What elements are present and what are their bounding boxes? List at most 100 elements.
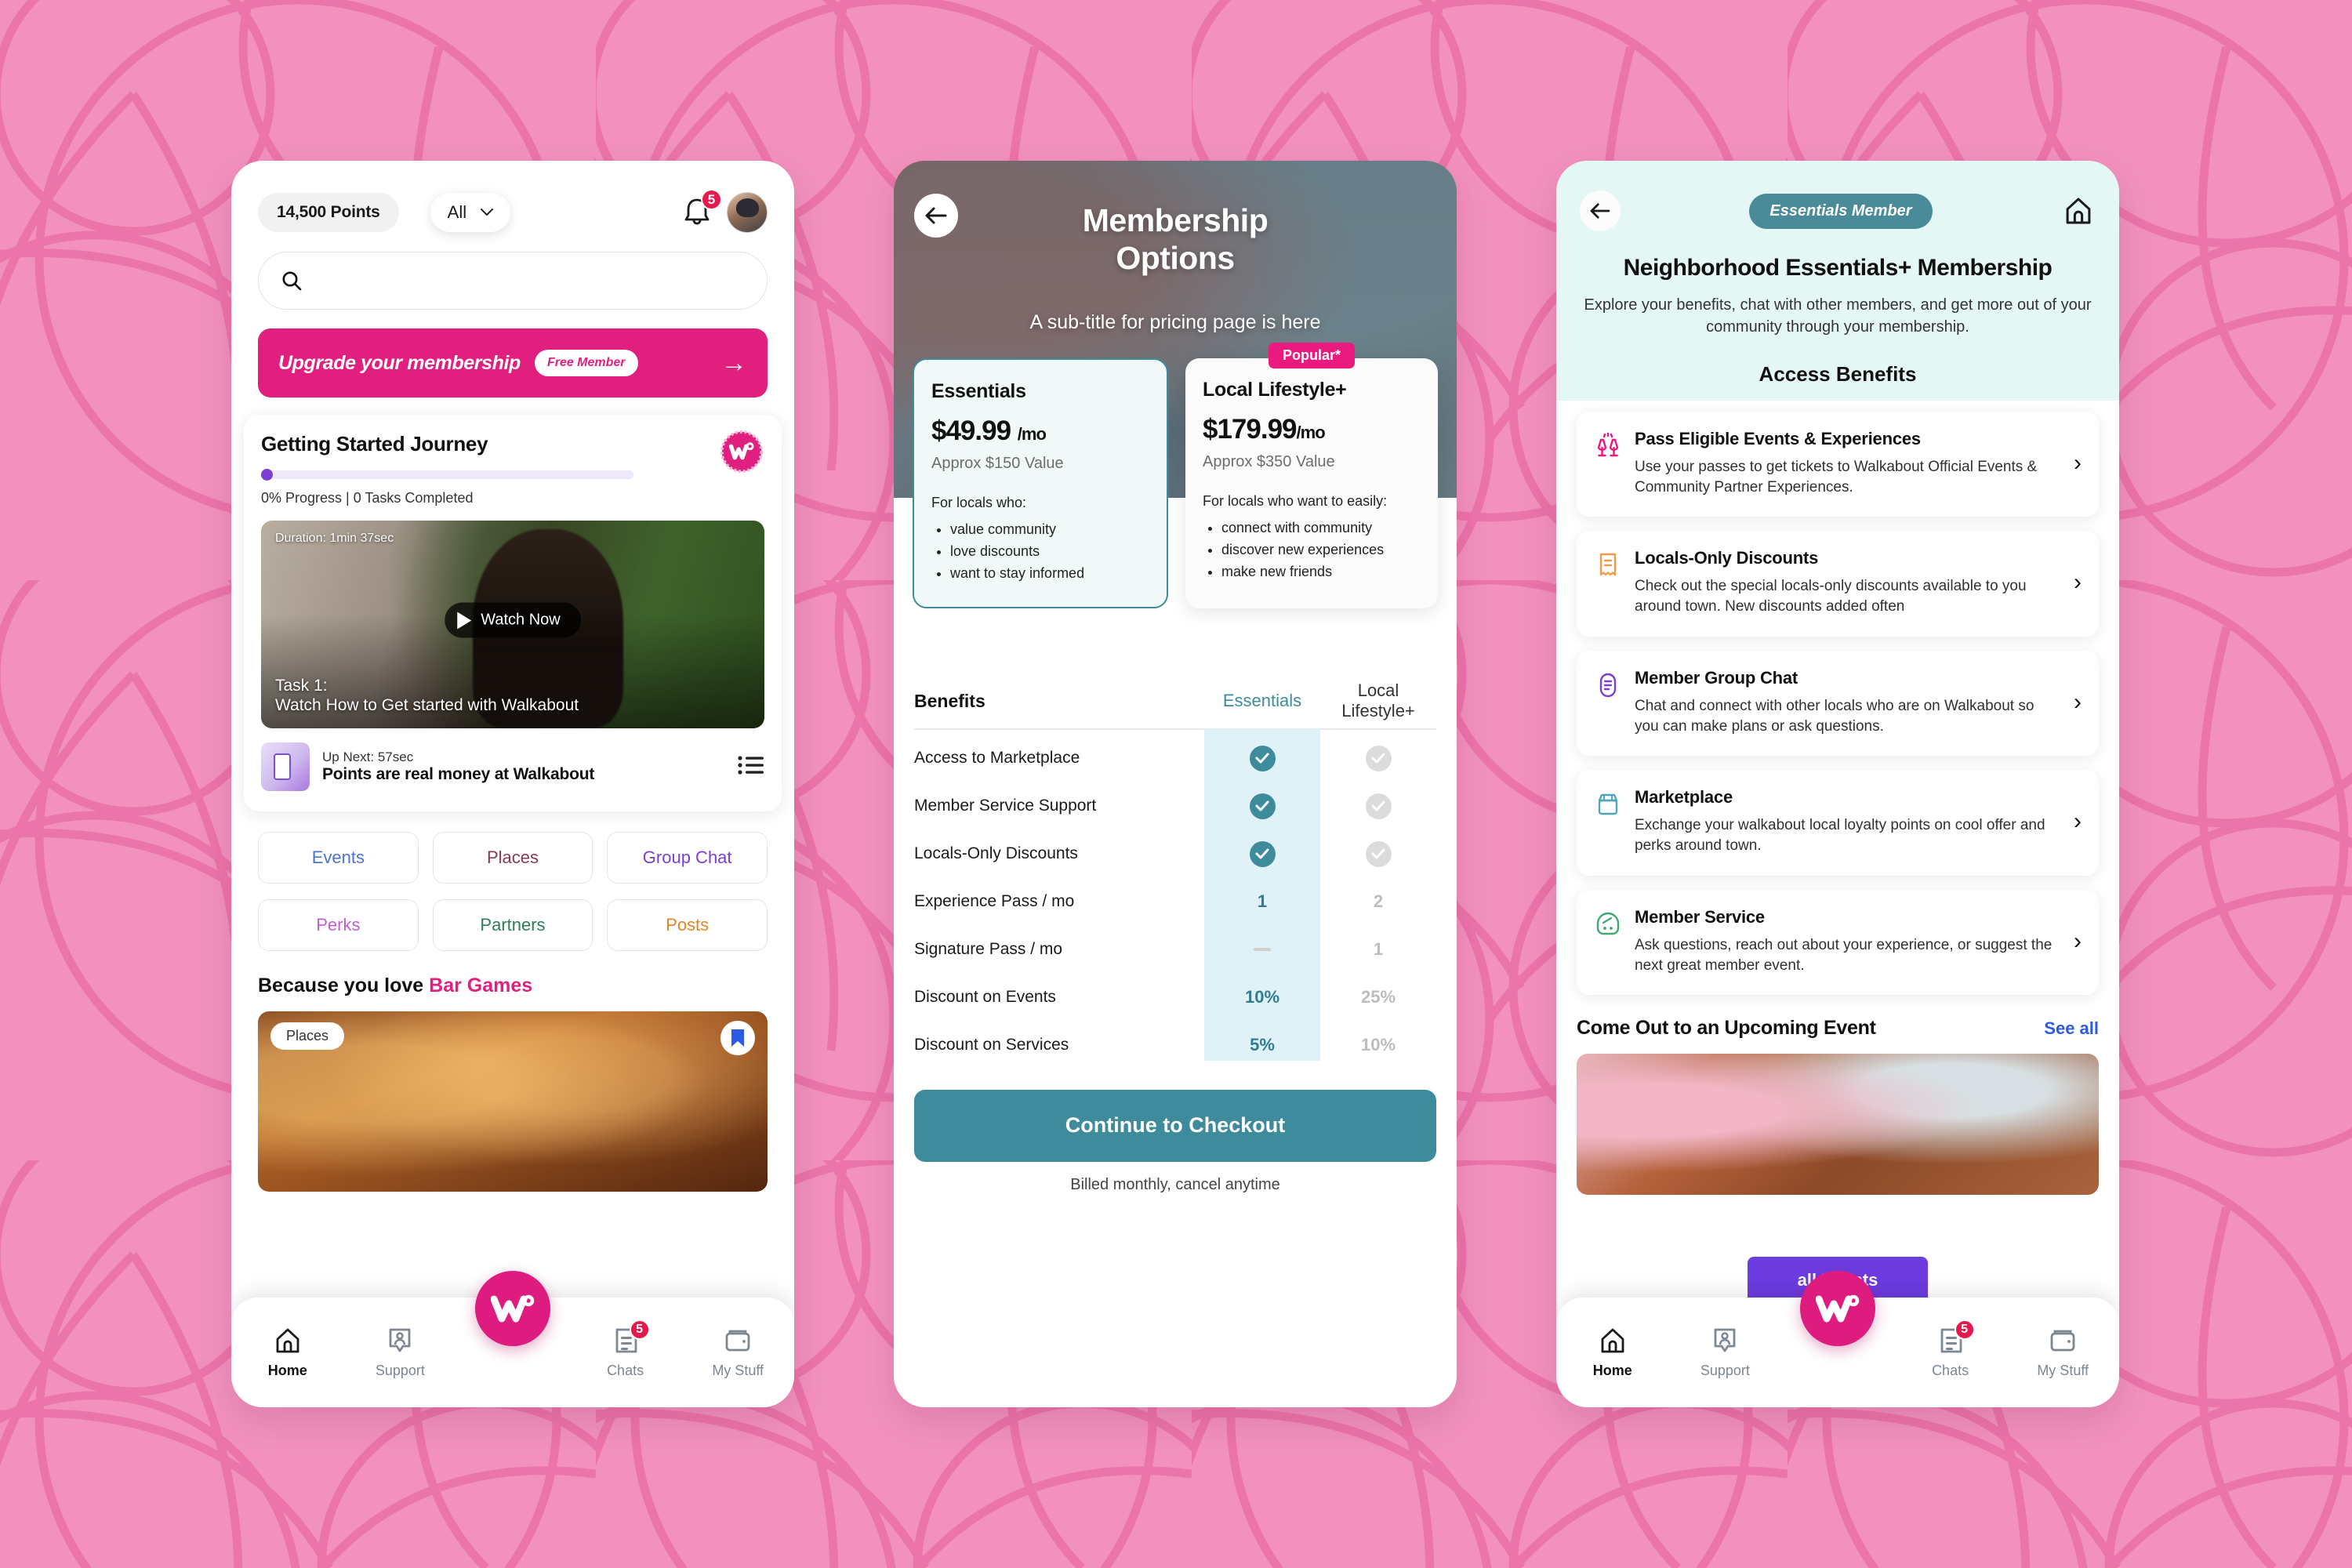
benefit-value-lifestyle: 1 (1373, 939, 1384, 959)
page-title-line1: Membership (1082, 202, 1269, 238)
chip-events[interactable]: Events (258, 832, 419, 884)
table-row: Signature Pass / mo 1 (914, 926, 1436, 974)
upgrade-membership-banner[interactable]: Upgrade your membership Free Member → (258, 328, 768, 397)
member-header: Essentials Member Neighborhood Essential… (1556, 161, 2119, 401)
bookmark-button[interactable] (720, 1021, 755, 1055)
journey-title: Getting Started Journey (261, 432, 488, 456)
chip-group-chat[interactable]: Group Chat (607, 832, 768, 884)
chip-label: Posts (666, 915, 710, 935)
benefit-card-pass-eligible-events[interactable]: Pass Eligible Events & Experiences Use y… (1577, 411, 2099, 517)
plan-bullet: value community (950, 519, 1149, 541)
walkabout-fab-button[interactable] (1800, 1271, 1875, 1346)
search-input[interactable] (258, 252, 768, 310)
table-row: Discount on Events 10% 25% (914, 974, 1436, 1022)
chevron-right-icon[interactable]: › (2069, 929, 2082, 953)
walkabout-fab-button[interactable] (475, 1271, 550, 1346)
chip-partners[interactable]: Partners (432, 899, 593, 951)
benefit-value-lifestyle: 10% (1360, 1035, 1396, 1054)
nav-label: My Stuff (2037, 1363, 2089, 1378)
journey-video-card[interactable]: Duration: 1min 37sec Watch Now Task 1: W… (261, 521, 764, 728)
chip-label: Places (486, 848, 539, 867)
plan-card-essentials[interactable]: Essentials $49.99 /mo Approx $150 Value … (913, 358, 1168, 608)
chevron-right-icon[interactable]: › (2069, 452, 2082, 475)
nav-label: Chats (607, 1363, 644, 1378)
plan-cards: Essentials $49.99 /mo Approx $150 Value … (913, 343, 1438, 608)
nav-item-chats[interactable]: 5 Chats (569, 1319, 682, 1379)
benefit-title: Locals-Only Discounts (1635, 548, 1819, 568)
check-icon-muted (1365, 840, 1392, 867)
plan-bullet: make new friends (1221, 561, 1421, 583)
upcoming-event-card[interactable] (1577, 1053, 2099, 1195)
benefit-description: Chat and connect with other locals who a… (1635, 697, 2034, 735)
chip-places[interactable]: Places (432, 832, 593, 884)
chevron-right-icon[interactable]: › (2069, 571, 2082, 594)
benefit-value-essentials: 5% (1250, 1035, 1275, 1054)
journey-progress-label: 0% Progress | 0 Tasks Completed (261, 490, 474, 506)
table-row: Access to Marketplace (914, 735, 1436, 782)
benefit-value-lifestyle: 25% (1360, 987, 1396, 1007)
benefit-value-essentials (1204, 840, 1320, 867)
plan-for-label: For locals who want to easily: (1203, 493, 1388, 509)
phone-member-benefits-screen: Essentials Member Neighborhood Essential… (1556, 161, 2119, 1407)
chip-perks[interactable]: Perks (258, 899, 419, 951)
chats-badge: 5 (629, 1319, 650, 1340)
plan-value: Approx $150 Value (931, 455, 1064, 472)
up-next-row[interactable]: Up Next: 57sec Points are real money at … (261, 742, 764, 791)
benefit-value-essentials: 10% (1244, 987, 1280, 1007)
journey-progress-indicator (261, 469, 273, 481)
play-icon (457, 612, 472, 630)
nav-item-chats[interactable]: 5 Chats (1894, 1319, 2007, 1379)
nav-item-home[interactable]: Home (1556, 1326, 1669, 1379)
plan-card-local-lifestyle[interactable]: Popular* Local Lifestyle+ $179.99/mo App… (1185, 343, 1438, 608)
back-arrow-icon (1590, 203, 1610, 219)
check-icon (1249, 745, 1276, 771)
plan-bullets: value community love discounts want to s… (931, 519, 1149, 585)
home-icon[interactable] (2061, 194, 2096, 228)
benefit-card-marketplace[interactable]: Marketplace Exchange your walkabout loca… (1577, 770, 2099, 876)
chip-posts[interactable]: Posts (607, 899, 768, 951)
benefit-title: Member Group Chat (1635, 667, 1798, 688)
phone-membership-options-screen: Membership Options A sub-title for prici… (894, 161, 1457, 1407)
benefit-name: Experience Pass / mo (914, 892, 1075, 910)
nav-item-home[interactable]: Home (231, 1326, 344, 1379)
benefit-card-member-service[interactable]: Member Service Ask questions, reach out … (1577, 889, 2099, 995)
back-button[interactable] (1580, 191, 1621, 231)
filter-dropdown[interactable]: All (430, 193, 511, 232)
upcoming-events-title: Come Out to an Upcoming Event (1577, 1016, 1876, 1039)
task-list-button[interactable] (738, 755, 764, 779)
plan-bullets: connect with community discover new expe… (1203, 517, 1421, 583)
avatar[interactable] (727, 192, 768, 233)
dash-icon (1254, 948, 1271, 951)
nav-label: Chats (1932, 1363, 1969, 1378)
benefit-title: Pass Eligible Events & Experiences (1635, 428, 1921, 448)
page-title: Membership Options (894, 201, 1457, 278)
nav-item-my-stuff[interactable]: My Stuff (2006, 1326, 2119, 1379)
recommended-place-card[interactable]: Places (258, 1011, 768, 1192)
plan-price: $49.99 /mo (931, 416, 1149, 447)
member-service-icon (1596, 912, 1620, 935)
watch-now-button[interactable]: Watch Now (445, 602, 581, 638)
cheers-icon (1597, 432, 1619, 456)
check-icon-muted (1365, 745, 1392, 771)
nav-item-support[interactable]: Support (1669, 1326, 1782, 1379)
chevron-right-icon[interactable]: › (2069, 810, 2082, 833)
nav-item-support[interactable]: Support (344, 1326, 457, 1379)
video-duration: Duration: 1min 37sec (275, 532, 394, 545)
benefit-title: Member Service (1635, 906, 1765, 927)
filter-dropdown-value: All (447, 202, 467, 222)
benefit-description: Check out the special locals-only discou… (1635, 578, 2027, 615)
recommendation-prefix: Because you love (258, 975, 430, 996)
plan-price-period: /mo (1296, 423, 1326, 442)
see-all-link[interactable]: See all (2044, 1018, 2099, 1039)
recommendation-topic: Bar Games (429, 975, 533, 996)
benefit-card-locals-only-discounts[interactable]: Locals-Only Discounts Check out the spec… (1577, 531, 2099, 637)
plan-bullet: connect with community (1221, 517, 1421, 539)
notifications-button[interactable]: 5 (681, 189, 722, 229)
benefit-card-member-group-chat[interactable]: Member Group Chat Chat and connect with … (1577, 650, 2099, 757)
chevron-right-icon[interactable]: › (2069, 690, 2082, 714)
plan-price-period: /mo (1017, 424, 1047, 444)
page-title: Neighborhood Essentials+ Membership (1623, 255, 2053, 281)
plan-for-label: For locals who: (931, 495, 1027, 510)
continue-to-checkout-button[interactable]: Continue to Checkout (914, 1089, 1436, 1162)
nav-item-my-stuff[interactable]: My Stuff (681, 1326, 794, 1379)
